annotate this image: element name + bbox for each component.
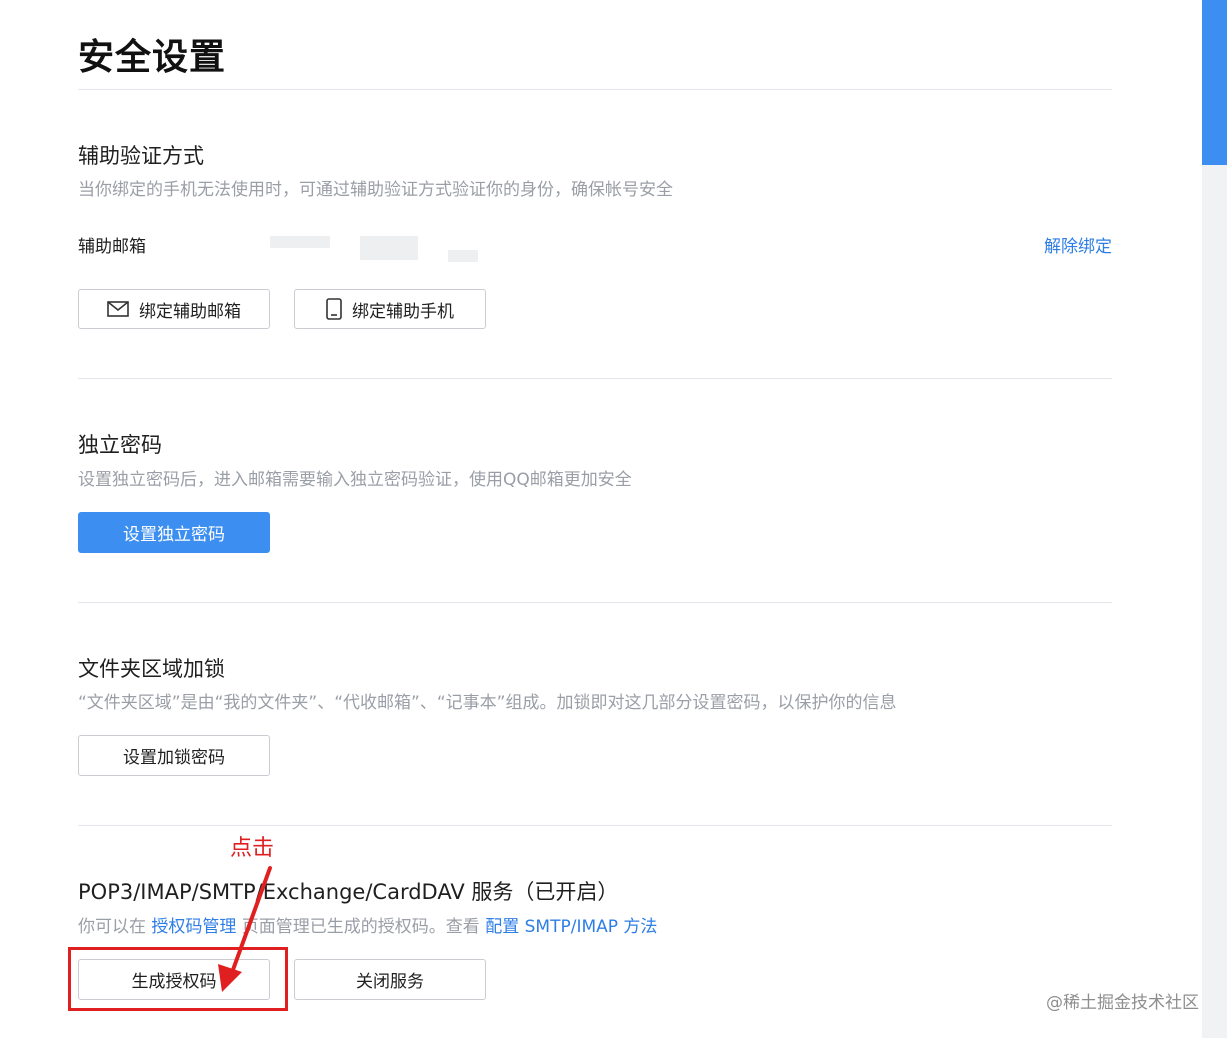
section-title-aux-verify: 辅助验证方式	[78, 144, 204, 168]
section-desc-independent-password: 设置独立密码后，进入邮箱需要输入独立密码验证，使用QQ邮箱更加安全	[78, 470, 632, 490]
section-desc-aux-verify: 当你绑定的手机无法使用时，可通过辅助验证方式验证你的身份，确保帐号安全	[78, 180, 673, 200]
section-title-folder-lock: 文件夹区域加锁	[78, 657, 225, 681]
page-title: 安全设置	[78, 37, 227, 78]
bind-aux-phone-label: 绑定辅助手机	[352, 301, 454, 322]
divider	[78, 825, 1112, 826]
section-desc-folder-lock: “文件夹区域”是由“我的文件夹”、“代收邮箱”、“记事本”组成。加锁即对这几部分…	[78, 693, 897, 713]
bind-aux-email-label: 绑定辅助邮箱	[139, 301, 241, 322]
section-title-pop3-service: POP3/IMAP/SMTP/Exchange/CardDAV 服务（已开启）	[78, 880, 619, 904]
bind-aux-phone-button[interactable]: 绑定辅助手机	[294, 289, 486, 329]
smtp-imap-config-link[interactable]: 配置 SMTP/IMAP 方法	[485, 917, 657, 937]
annotation-click-label: 点击	[230, 836, 275, 861]
scrollbar-thumb[interactable]	[1202, 0, 1227, 165]
set-independent-password-button[interactable]: 设置独立密码	[78, 512, 270, 553]
watermark: @稀土掘金技术社区	[1046, 993, 1199, 1013]
divider	[78, 89, 1112, 90]
pop3-desc-prefix: 你可以在	[78, 917, 152, 937]
divider	[78, 602, 1112, 603]
section-title-independent-password: 独立密码	[78, 433, 162, 457]
set-lock-password-button[interactable]: 设置加锁密码	[78, 735, 270, 776]
close-service-button[interactable]: 关闭服务	[294, 959, 486, 1000]
mobile-phone-icon	[326, 298, 342, 320]
section-desc-pop3-service: 你可以在 授权码管理 页面管理已生成的授权码。查看 配置 SMTP/IMAP 方…	[78, 912, 657, 937]
aux-email-label: 辅助邮箱	[78, 237, 146, 257]
bind-aux-email-button[interactable]: 绑定辅助邮箱	[78, 289, 270, 329]
mail-icon	[107, 301, 129, 317]
divider	[78, 378, 1112, 379]
annotation-highlight-box	[68, 947, 288, 1011]
unbind-link[interactable]: 解除绑定	[1044, 232, 1112, 257]
